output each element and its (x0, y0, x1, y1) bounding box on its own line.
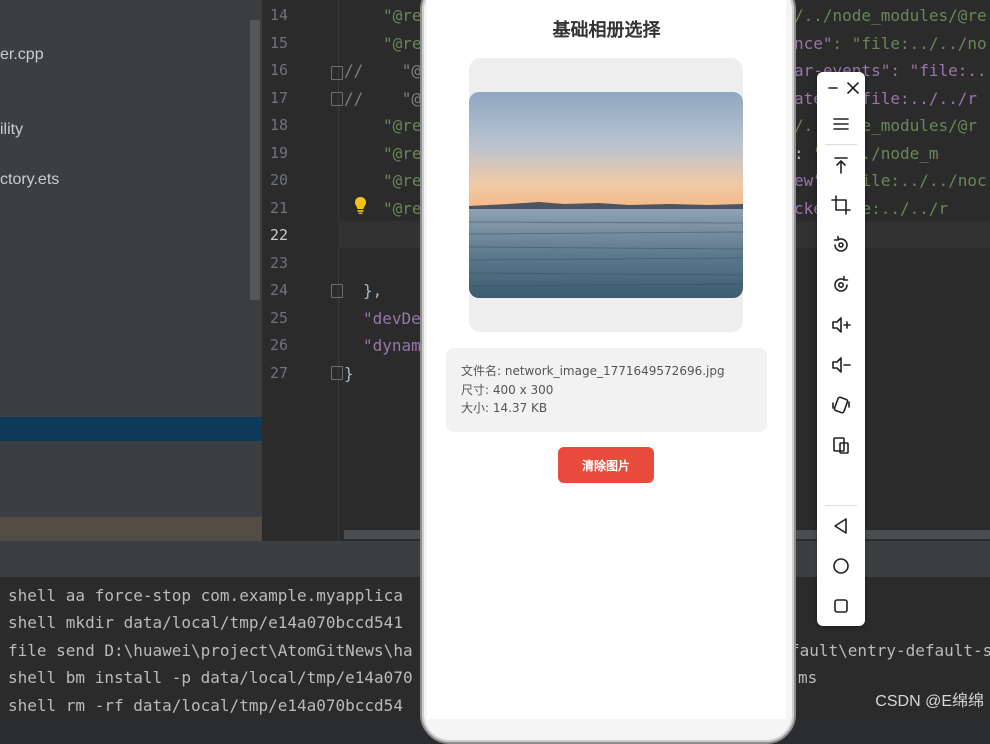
volume-down-icon[interactable] (829, 353, 853, 377)
code-line-16: // "@ (344, 61, 422, 80)
file-item-factory-ets[interactable]: ctory.ets (0, 171, 59, 189)
fold-marker[interactable] (331, 92, 343, 106)
home-icon[interactable] (829, 554, 853, 578)
shake-icon[interactable] (829, 393, 853, 417)
fold-marker[interactable] (331, 366, 343, 380)
terminal-line: shell rm -rf data/local/tmp/e14a070bccd5… (8, 696, 403, 715)
toolbar-divider (825, 144, 857, 145)
fold-marker[interactable] (331, 284, 343, 298)
file-name-text: 文件名: network_image_1771649572696.jpg (461, 364, 725, 378)
crop-icon[interactable] (829, 193, 853, 217)
line-number: 14 (269, 6, 288, 24)
page-title: 基础相册选择 (552, 20, 661, 41)
code-fragment-15-value: : "file:../../no (832, 34, 987, 53)
terminal-fragment: ms (798, 668, 818, 687)
project-sidebar: er.cpp ility ctory.ets (0, 0, 262, 541)
close-icon[interactable] (841, 76, 865, 100)
volume-up-icon[interactable] (829, 313, 853, 337)
code-fragment-15: nce": "file:../../no (794, 34, 987, 53)
terminal-line: shell bm install -p data/local/tmp/e14a0… (8, 668, 413, 687)
csdn-watermark: CSDN @E绵绵 (875, 693, 984, 710)
line-number: 17 (269, 89, 288, 107)
line-number: 23 (269, 254, 288, 272)
line-number: 26 (269, 336, 288, 354)
terminal-line: shell mkdir data/local/tmp/e14a070bccd54… (8, 613, 403, 632)
line-number: 27 (269, 364, 288, 382)
code-line-20: "@re (383, 171, 422, 190)
recents-icon[interactable] (829, 594, 853, 618)
file-item-cpp[interactable]: er.cpp (0, 46, 44, 64)
line-number: 16 (269, 61, 288, 79)
sidebar-scrollbar[interactable] (250, 20, 260, 300)
line-number: 20 (269, 171, 288, 189)
code-line-19: "@re (383, 144, 422, 163)
back-icon[interactable] (829, 514, 853, 538)
code-line-15: "@re (383, 34, 422, 53)
sidebar-selected-row[interactable] (0, 417, 262, 441)
pin-top-icon[interactable] (829, 153, 853, 177)
line-number: 15 (269, 34, 288, 52)
rotate-icon[interactable] (829, 233, 853, 257)
image-info-card: 文件名: network_image_1771649572696.jpg 尺寸:… (446, 348, 767, 432)
line-number: 18 (269, 116, 288, 134)
line-number: 21 (269, 199, 288, 217)
line-number-active: 22 (269, 226, 288, 244)
code-line-14: "@re (383, 6, 422, 25)
code-line-17: // "@ (344, 89, 422, 108)
menu-icon[interactable] (829, 112, 853, 136)
selected-photo[interactable] (469, 92, 743, 298)
line-number: 19 (269, 144, 288, 162)
emulator-toolbar (817, 72, 865, 626)
clear-image-button[interactable]: 清除图片 (558, 447, 654, 483)
code-line-26: "dynam (363, 336, 421, 355)
terminal-fragment: fault\entry-default-s (790, 641, 990, 660)
code-fragment-15-key: nce" (794, 34, 833, 53)
code-fragment-19: : "../../node_m (794, 144, 939, 163)
gutter-divider (338, 0, 339, 541)
code-line-21: "@re (383, 199, 422, 218)
image-preview-card (469, 58, 743, 332)
file-item-ability[interactable]: ility (0, 121, 23, 139)
code-line-27: } (344, 364, 354, 383)
code-line-18: "@re (383, 116, 422, 135)
line-number: 25 (269, 309, 288, 327)
lightbulb-icon[interactable] (354, 196, 367, 215)
code-fragment-19-colon: : (794, 144, 814, 163)
terminal-line: shell aa force-stop com.example.myapplic… (8, 586, 403, 605)
code-line-24: }, (363, 281, 383, 300)
fold-marker[interactable] (331, 66, 343, 80)
code-line-25: "devDe (363, 309, 421, 328)
dimensions-text: 尺寸: 400 x 300 (461, 383, 554, 397)
file-size-text: 大小: 14.37 KB (461, 401, 548, 415)
toolbar-divider (825, 505, 857, 506)
terminal-line: file send D:\huawei\project\AtomGitNews\… (8, 641, 413, 660)
multi-screen-icon[interactable] (829, 433, 853, 457)
phone-screen: 基础相册选择 文件名: network_image_1771649572696.… (427, 0, 786, 719)
screenshot-icon[interactable] (829, 273, 853, 297)
code-fragment-14: /../node_modules/@re (794, 6, 987, 25)
sidebar-status-strip (0, 517, 262, 541)
line-number: 24 (269, 281, 288, 299)
